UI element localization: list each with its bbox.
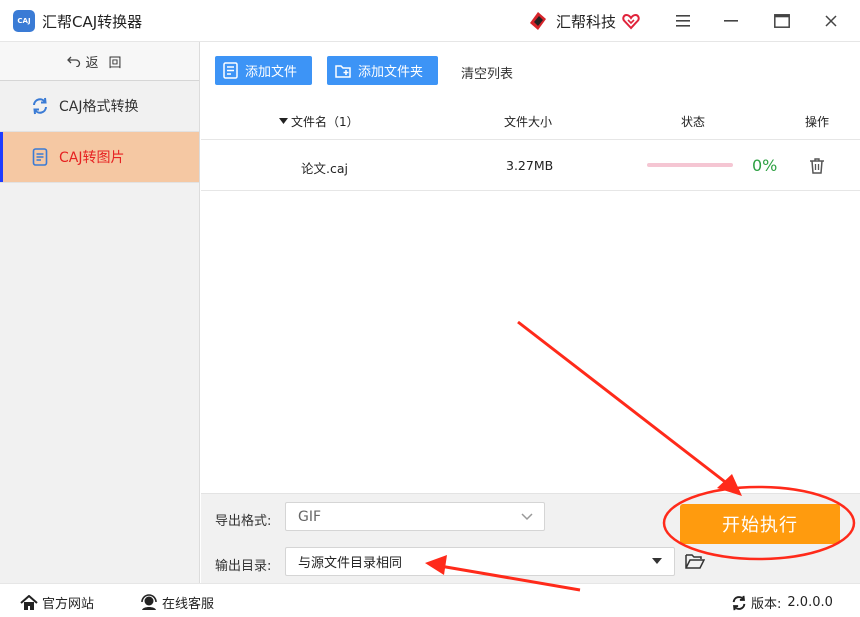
file-size: 3.27MB — [506, 158, 554, 173]
version-value: 2.0.0.0 — [787, 595, 833, 610]
output-dir-select[interactable]: 与源文件目录相同 — [285, 547, 675, 576]
add-folder-button[interactable]: 添加文件夹 — [327, 56, 438, 85]
sidebar-item-caj-format-convert[interactable]: CAJ格式转换 — [0, 81, 199, 132]
column-header-name[interactable]: 文件名（1） — [279, 113, 359, 130]
online-support-label: 在线客服 — [162, 597, 215, 612]
back-label: 返回 — [85, 55, 132, 71]
online-support-link[interactable]: 在线客服 — [140, 593, 214, 612]
close-icon — [825, 15, 837, 27]
hamburger-icon — [676, 15, 690, 27]
settings-panel: 导出格式: GIF 输出目录: 与源文件目录相同 开始执行 — [201, 493, 860, 583]
sidebar-item-label: CAJ转图片 — [59, 150, 125, 166]
version-label: 版本: — [751, 597, 782, 612]
back-button[interactable]: 返回 — [0, 42, 199, 81]
app-title: 汇帮CAJ转换器 — [42, 13, 143, 31]
maximize-button[interactable] — [769, 8, 795, 34]
status-bar: 官方网站 在线客服 版本: 2.0.0.0 — [0, 583, 860, 617]
home-icon — [20, 594, 38, 610]
document-icon — [31, 148, 49, 166]
sidebar-item-caj-to-image[interactable]: CAJ转图片 — [0, 132, 199, 183]
add-file-icon — [223, 62, 238, 79]
maximize-icon — [774, 14, 790, 28]
export-format-value: GIF — [298, 508, 322, 525]
support-agent-icon — [141, 594, 157, 610]
heart-badge-icon — [622, 13, 640, 30]
official-website-link[interactable]: 官方网站 — [20, 593, 94, 612]
sort-down-icon — [279, 118, 288, 124]
clear-list-button[interactable]: 清空列表 — [461, 63, 513, 82]
start-button[interactable]: 开始执行 — [680, 504, 840, 544]
add-folder-label: 添加文件夹 — [358, 65, 424, 80]
table-header: 文件名（1） 文件大小 状态 操作 — [201, 100, 860, 140]
progress-bar — [647, 163, 733, 167]
caret-down-icon — [652, 558, 662, 564]
version-info[interactable]: 版本: 2.0.0.0 — [731, 593, 833, 612]
brand-logo-icon — [530, 12, 546, 30]
back-arrow-icon — [67, 56, 81, 67]
export-format-select[interactable]: GIF — [285, 502, 545, 531]
output-dir-label: 输出目录: — [215, 559, 272, 574]
toolbar: 添加文件 添加文件夹 清空列表 — [201, 42, 860, 100]
export-format-label: 导出格式: — [215, 514, 272, 529]
column-header-action: 操作 — [805, 115, 830, 129]
add-folder-icon — [335, 64, 351, 78]
title-bar: CAJ 汇帮CAJ转换器 汇帮科技 — [0, 0, 860, 42]
trash-icon[interactable] — [809, 157, 825, 175]
sidebar: 返回 CAJ格式转换 CAJ转图片 — [0, 42, 200, 583]
file-name: 论文.caj — [301, 161, 348, 176]
output-dir-value: 与源文件目录相同 — [298, 556, 403, 571]
refresh-icon — [31, 97, 49, 115]
add-file-label: 添加文件 — [245, 65, 298, 80]
column-name-label: 文件名（1） — [291, 115, 359, 129]
column-header-status: 状态 — [681, 115, 706, 129]
add-file-button[interactable]: 添加文件 — [215, 56, 312, 85]
sidebar-item-label: CAJ格式转换 — [59, 99, 139, 115]
brand: 汇帮科技 — [526, 9, 640, 33]
menu-button[interactable] — [670, 8, 696, 34]
table-row[interactable]: 论文.caj 3.27MB 0% — [201, 141, 860, 191]
main-panel: 添加文件 添加文件夹 清空列表 文件名（1） 文件大小 状态 操作 论文.caj… — [201, 42, 860, 493]
column-header-size: 文件大小 — [504, 115, 553, 129]
minimize-button[interactable] — [718, 8, 744, 34]
progress-percent: 0% — [752, 156, 778, 175]
brand-name: 汇帮科技 — [556, 12, 617, 31]
official-website-label: 官方网站 — [42, 597, 95, 612]
app-logo-icon: CAJ — [13, 10, 35, 32]
chevron-down-icon — [521, 513, 533, 521]
minimize-icon — [724, 20, 738, 22]
folder-open-icon[interactable] — [685, 552, 705, 570]
close-button[interactable] — [818, 8, 844, 34]
refresh-icon — [732, 595, 746, 610]
